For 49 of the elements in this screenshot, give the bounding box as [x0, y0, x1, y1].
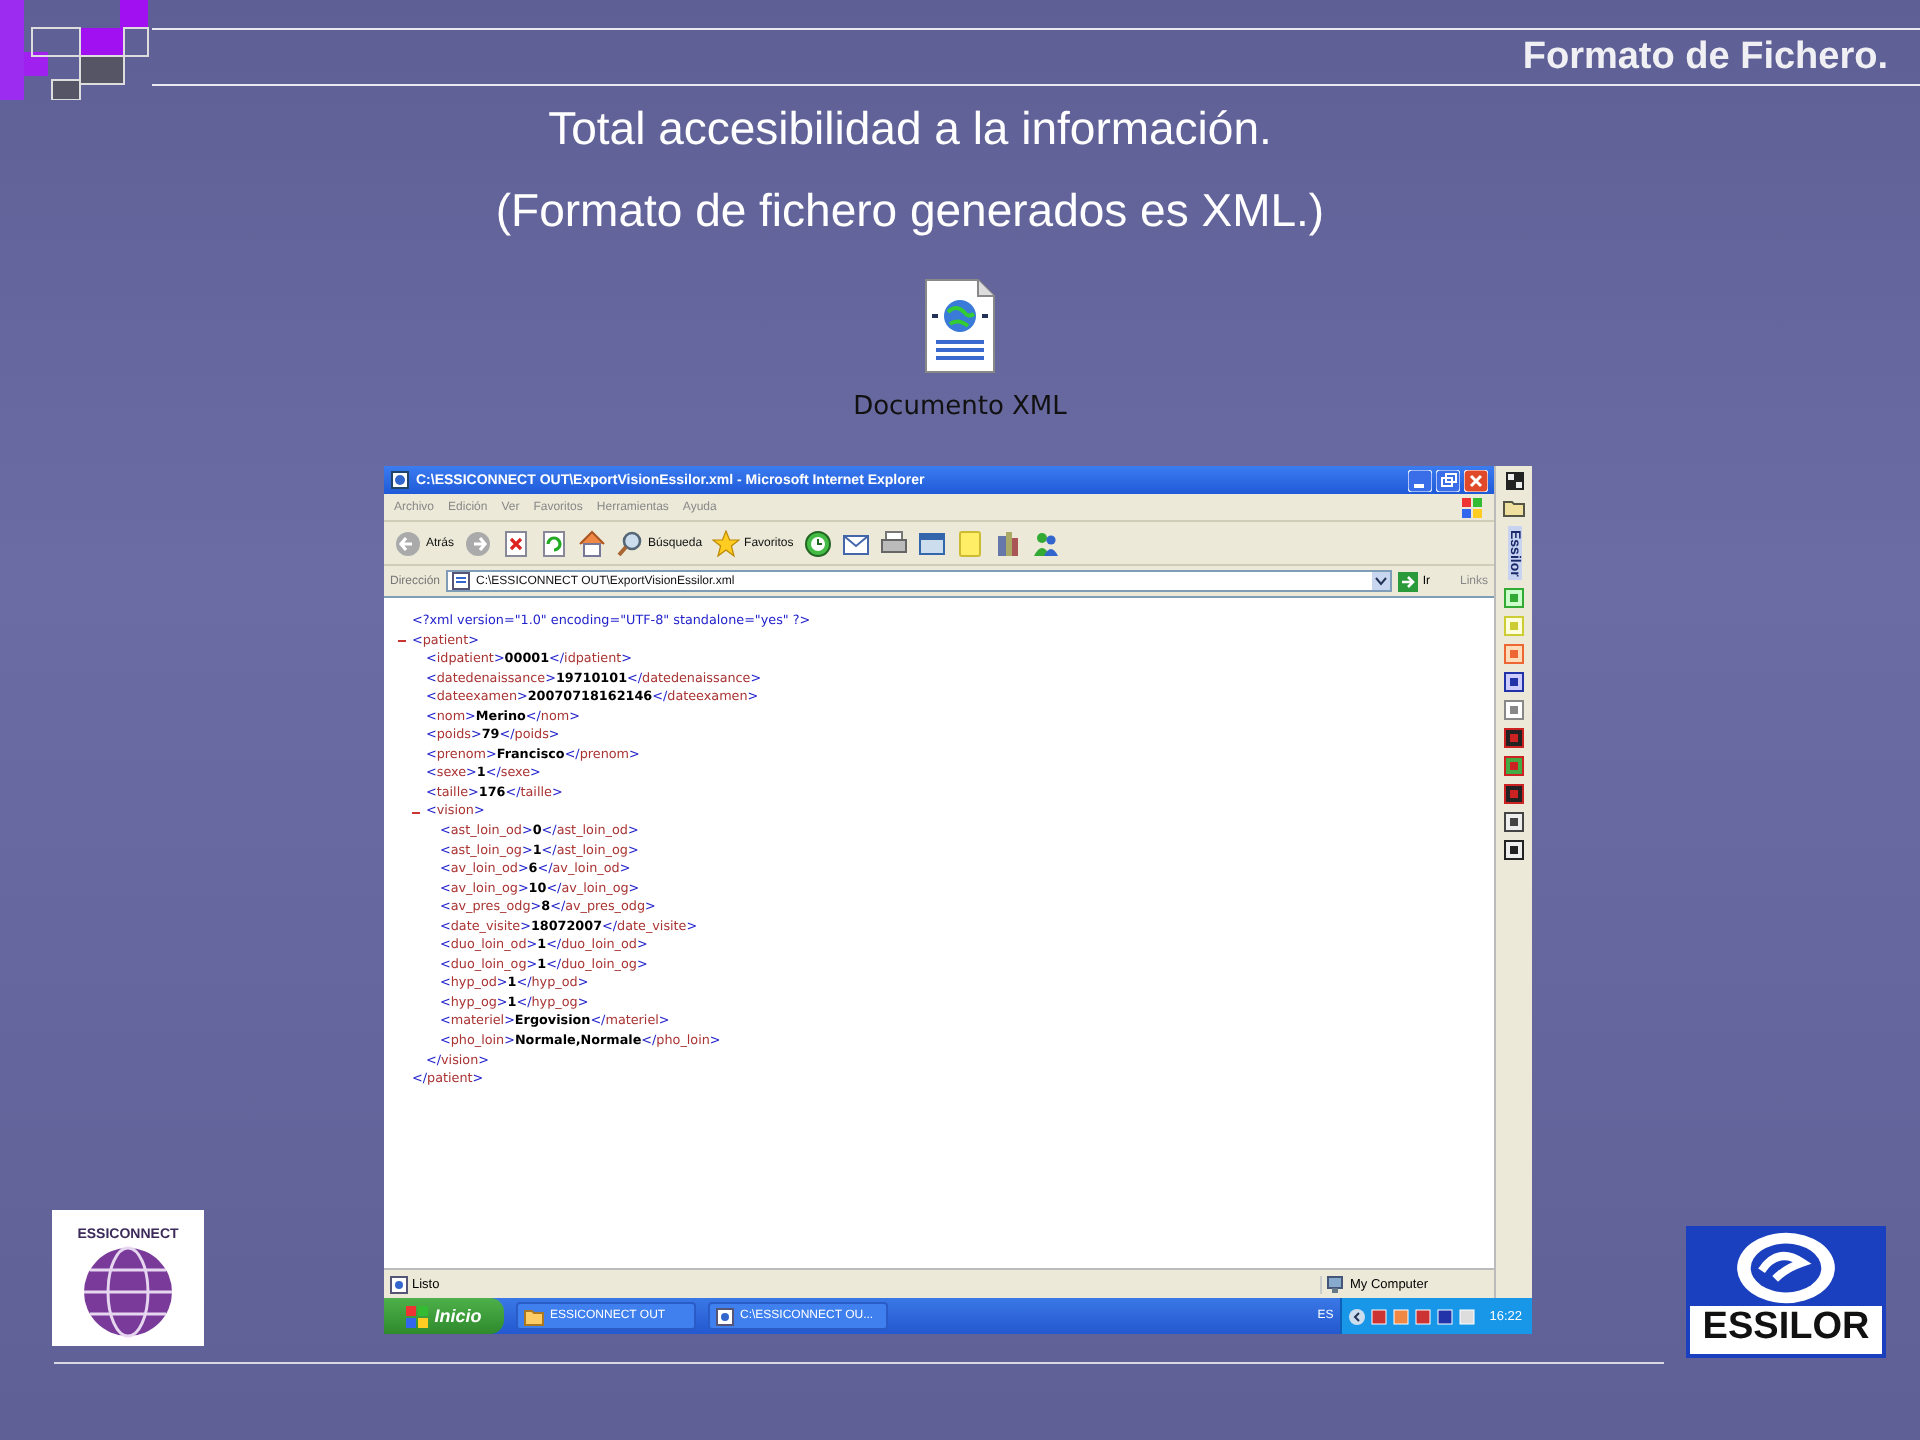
page-icon: [390, 1275, 408, 1293]
clock-icon: [803, 529, 832, 557]
dropdown-icon[interactable]: [1372, 572, 1391, 590]
stop-button[interactable]: [500, 529, 533, 557]
books-icon: [993, 529, 1022, 557]
grid-icon[interactable]: [1505, 472, 1523, 490]
star-icon: [712, 529, 741, 557]
stop-icon: [502, 529, 531, 557]
home-icon: [578, 529, 607, 557]
go-arrow-icon: [1398, 571, 1419, 591]
print-button[interactable]: [877, 529, 910, 557]
globe-icon: [82, 1246, 174, 1338]
slide-title: Formato de Fichero.: [1522, 35, 1890, 79]
page-icon: [452, 572, 471, 590]
page-icon: [390, 470, 410, 490]
subheadline: (Formato de fichero generados es XML.): [495, 184, 1325, 238]
note-icon: [955, 529, 984, 557]
xml-document-icon: [920, 278, 1000, 374]
printer-icon: [879, 529, 908, 557]
history-button[interactable]: [801, 529, 834, 557]
app-icon[interactable]: [1504, 784, 1524, 805]
windows-flag-icon: [1460, 495, 1484, 519]
home-button[interactable]: [576, 529, 609, 557]
folder-icon: [524, 1307, 544, 1325]
windows-flag-icon: [406, 1305, 429, 1327]
computer-icon: [1326, 1275, 1344, 1293]
app-icon[interactable]: [1504, 672, 1524, 693]
minimize-icon[interactable]: [1408, 469, 1432, 491]
close-icon[interactable]: [1464, 469, 1488, 491]
tray-arrow-icon[interactable]: [1347, 1307, 1366, 1325]
window-icon: [917, 529, 946, 557]
mail-button[interactable]: [839, 529, 872, 557]
folder-icon[interactable]: [1502, 498, 1526, 518]
people-icon: [1031, 529, 1060, 557]
app-icon[interactable]: [1504, 728, 1524, 749]
refresh-icon: [540, 529, 569, 557]
search-icon: [616, 529, 645, 557]
messenger-button[interactable]: [1029, 529, 1062, 557]
headline: Total accesibilidad a la información.: [548, 102, 1272, 156]
logo-text: ESSILOR: [1702, 1306, 1870, 1350]
restore-icon[interactable]: [1436, 469, 1460, 491]
app-icon[interactable]: [1504, 812, 1524, 833]
edit-button[interactable]: [915, 529, 948, 557]
app-icon[interactable]: [1504, 840, 1524, 861]
file-label: Documento XML: [853, 392, 1067, 422]
page-icon: [716, 1307, 734, 1325]
envelope-icon: [841, 529, 870, 557]
start-button[interactable]: Inicio: [384, 1298, 504, 1334]
refresh-button[interactable]: [538, 529, 571, 557]
